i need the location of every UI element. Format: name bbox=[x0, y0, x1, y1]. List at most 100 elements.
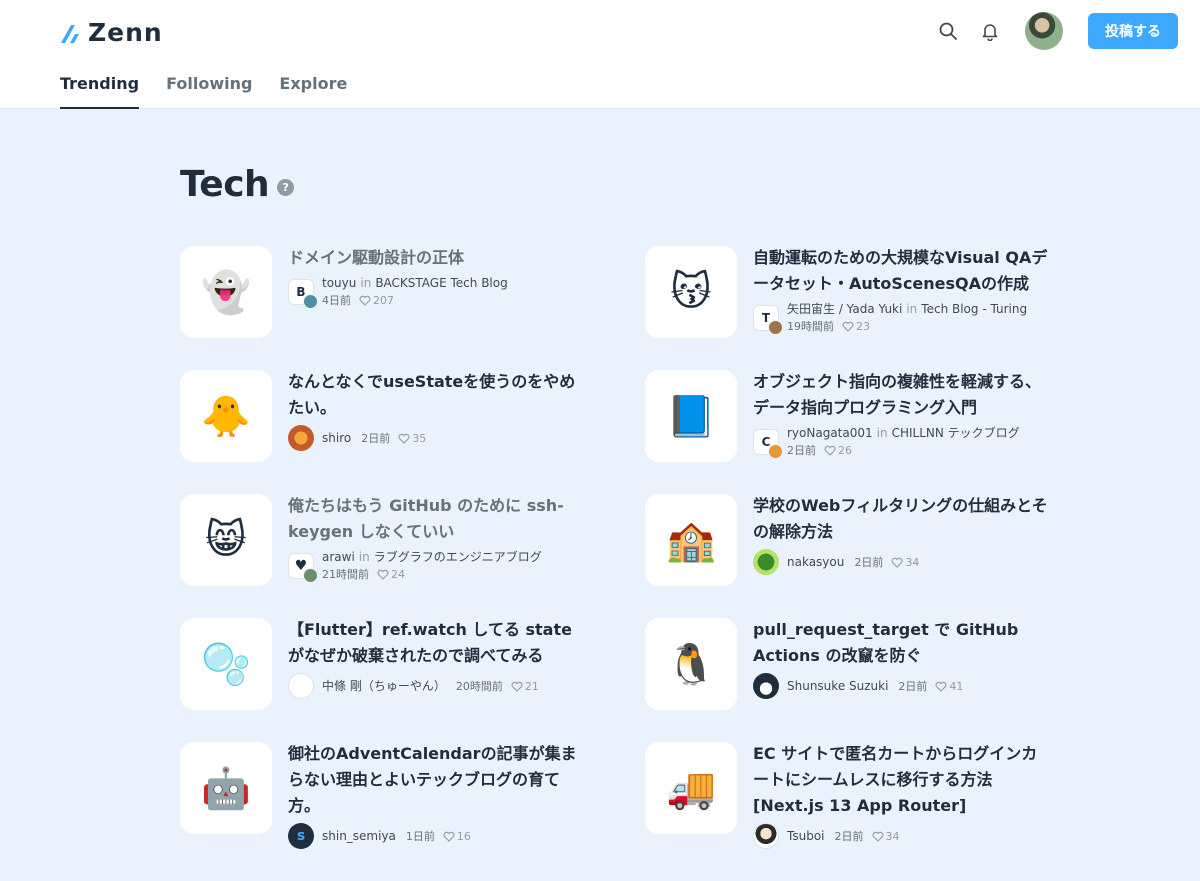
article-body: 【Flutter】ref.watch してる state がなぜか破棄されたので… bbox=[288, 618, 588, 742]
like-number: 41 bbox=[949, 679, 964, 693]
article-meta: Tsuboi 2日前 34 bbox=[753, 823, 1053, 849]
meta-text: shiro 2日前 35 bbox=[322, 430, 426, 447]
kissing-cat-emoji-icon: 😽 bbox=[645, 246, 737, 338]
article-title[interactable]: なんとなくでuseStateを使うのをやめたい。 bbox=[288, 369, 588, 421]
published-time: 20時間前 bbox=[455, 679, 503, 693]
author-avatar[interactable]: s bbox=[288, 823, 314, 849]
article-card[interactable]: 👻 ドメイン駆動設計の正体 B touyu in BACKSTAGE Tech … bbox=[180, 246, 645, 370]
heart-icon bbox=[377, 569, 389, 580]
publication-name[interactable]: Tech Blog - Turing bbox=[921, 301, 1027, 318]
heart-icon bbox=[398, 433, 410, 444]
heart-icon bbox=[443, 831, 455, 842]
article-body: 自動運転のための大規模なVisual QAデータセット・AutoScenesQA… bbox=[753, 246, 1053, 370]
article-body: オブジェクト指向の複雑性を軽減する、データ指向プログラミング入門 C ryoNa… bbox=[753, 370, 1053, 494]
blue-book-emoji-icon: 📘 bbox=[645, 370, 737, 462]
chick-emoji-icon: 🐥 bbox=[180, 370, 272, 462]
article-body: 御社のAdventCalendarの記事が集まらない理由とよいテックブログの育て… bbox=[288, 742, 588, 866]
search-button[interactable] bbox=[929, 12, 967, 50]
author-name[interactable]: Shunsuke Suzuki bbox=[787, 678, 888, 695]
article-card[interactable]: 🫧 【Flutter】ref.watch してる state がなぜか破棄された… bbox=[180, 618, 645, 742]
article-card[interactable]: 😽 自動運転のための大規模なVisual QAデータセット・AutoScenes… bbox=[645, 246, 1060, 370]
meta-text: arawi in ラブグラフのエンジニアブログ 21時間前 24 bbox=[322, 549, 542, 583]
article-card[interactable]: 🤖 御社のAdventCalendarの記事が集まらない理由とよいテックブログの… bbox=[180, 742, 645, 866]
help-icon[interactable]: ? bbox=[277, 179, 295, 196]
like-number: 24 bbox=[391, 568, 405, 581]
author-avatar[interactable] bbox=[768, 320, 783, 335]
publication-logo[interactable]: T bbox=[753, 305, 783, 335]
article-body: 学校のWebフィルタリングの仕組みとその解除方法 nakasyou 2日前 34 bbox=[753, 494, 1053, 618]
penguin-emoji-icon: 🐧 bbox=[645, 618, 737, 710]
article-card[interactable]: 📘 オブジェクト指向の複雑性を軽減する、データ指向プログラミング入門 C ryo… bbox=[645, 370, 1060, 494]
published-time: 2日前 bbox=[898, 679, 928, 693]
article-meta: B touyu in BACKSTAGE Tech Blog 4日前 207 bbox=[288, 275, 588, 309]
article-title[interactable]: 御社のAdventCalendarの記事が集まらない理由とよいテックブログの育て… bbox=[288, 741, 588, 819]
article-meta: ♥ arawi in ラブグラフのエンジニアブログ 21時間前 24 bbox=[288, 549, 588, 583]
article-card[interactable]: 🐥 なんとなくでuseStateを使うのをやめたい。 shiro 2日前 35 bbox=[180, 370, 645, 494]
article-title[interactable]: 自動運転のための大規模なVisual QAデータセット・AutoScenesQA… bbox=[753, 245, 1053, 297]
article-card[interactable]: 🏫 学校のWebフィルタリングの仕組みとその解除方法 nakasyou 2日前 … bbox=[645, 494, 1060, 618]
like-count: 23 bbox=[842, 318, 870, 335]
author-avatar[interactable] bbox=[288, 673, 314, 699]
heart-icon bbox=[359, 295, 371, 306]
like-number: 23 bbox=[856, 320, 870, 333]
article-title[interactable]: pull_request_target で GitHub Actions の改竄… bbox=[753, 617, 1053, 669]
ghost-emoji-icon: 👻 bbox=[180, 246, 272, 338]
author-name[interactable]: Tsuboi bbox=[787, 828, 825, 845]
author-avatar[interactable] bbox=[768, 444, 783, 459]
zenn-logo[interactable]: Zenn bbox=[60, 18, 163, 47]
author-name[interactable]: 矢田宙生 / Yada Yuki bbox=[787, 301, 902, 318]
article-meta: T 矢田宙生 / Yada Yuki in Tech Blog - Turing… bbox=[753, 301, 1053, 335]
article-title[interactable]: オブジェクト指向の複雑性を軽減する、データ指向プログラミング入門 bbox=[753, 369, 1053, 421]
heart-icon bbox=[891, 557, 903, 568]
like-count: 34 bbox=[872, 828, 900, 845]
tab-following[interactable]: Following bbox=[166, 60, 252, 109]
author-name[interactable]: shin_semiya bbox=[322, 828, 396, 845]
published-time: 2日前 bbox=[834, 829, 864, 843]
publication-logo[interactable]: B bbox=[288, 279, 318, 309]
user-avatar[interactable] bbox=[1025, 12, 1063, 50]
like-number: 35 bbox=[412, 431, 427, 445]
meta-text: 矢田宙生 / Yada Yuki in Tech Blog - Turing 1… bbox=[787, 301, 1027, 335]
author-avatar[interactable] bbox=[753, 823, 779, 849]
article-grid: 👻 ドメイン駆動設計の正体 B touyu in BACKSTAGE Tech … bbox=[180, 246, 1060, 866]
article-title[interactable]: 学校のWebフィルタリングの仕組みとその解除方法 bbox=[753, 493, 1053, 545]
post-button[interactable]: 投稿する bbox=[1088, 13, 1178, 49]
article-body: ドメイン駆動設計の正体 B touyu in BACKSTAGE Tech Bl… bbox=[288, 246, 588, 370]
author-avatar[interactable] bbox=[288, 425, 314, 451]
tab-trending[interactable]: Trending bbox=[60, 60, 140, 109]
bubbles-emoji-icon: 🫧 bbox=[180, 618, 272, 710]
author-name[interactable]: 中條 剛（ちゅーやん） bbox=[322, 678, 446, 695]
author-name[interactable]: touyu bbox=[322, 275, 356, 292]
publication-logo[interactable]: C bbox=[753, 429, 783, 459]
meta-text: shin_semiya 1日前 16 bbox=[322, 828, 471, 845]
header-actions: 投稿する bbox=[929, 12, 1178, 50]
site-header: Zenn 投稿する Trending Following Explore bbox=[0, 0, 1200, 109]
article-card[interactable]: 🐧 pull_request_target で GitHub Actions の… bbox=[645, 618, 1060, 742]
author-avatar[interactable] bbox=[303, 294, 318, 309]
author-name[interactable]: nakasyou bbox=[787, 554, 844, 571]
article-title[interactable]: ドメイン駆動設計の正体 bbox=[288, 245, 588, 271]
article-card[interactable]: 😸 俺たちはもう GitHub のために ssh-keygen しなくていい ♥… bbox=[180, 494, 645, 618]
like-count: 34 bbox=[891, 554, 919, 571]
author-avatar[interactable] bbox=[753, 673, 779, 699]
author-avatar[interactable] bbox=[303, 568, 318, 583]
article-title[interactable]: 俺たちはもう GitHub のために ssh-keygen しなくていい bbox=[288, 493, 588, 545]
publication-logo[interactable]: ♥ bbox=[288, 553, 318, 583]
like-count: 16 bbox=[443, 828, 471, 845]
author-name[interactable]: shiro bbox=[322, 430, 351, 447]
article-card[interactable]: 🚚 EC サイトで匿名カートからログインカートにシームレスに移行する方法 [Ne… bbox=[645, 742, 1060, 866]
article-title[interactable]: 【Flutter】ref.watch してる state がなぜか破棄されたので… bbox=[288, 617, 588, 669]
notifications-button[interactable] bbox=[971, 12, 1009, 50]
author-avatar[interactable] bbox=[753, 549, 779, 575]
publication-name[interactable]: ラブグラフのエンジニアブログ bbox=[374, 549, 542, 566]
heart-icon bbox=[935, 681, 947, 692]
author-name[interactable]: ryoNagata001 bbox=[787, 425, 873, 442]
publication-name[interactable]: BACKSTAGE Tech Blog bbox=[375, 275, 507, 292]
publication-name[interactable]: CHILLNN テックブログ bbox=[892, 425, 1020, 442]
article-title[interactable]: EC サイトで匿名カートからログインカートにシームレスに移行する方法 [Next… bbox=[753, 741, 1053, 819]
author-name[interactable]: arawi bbox=[322, 549, 355, 566]
published-time: 19時間前 bbox=[787, 320, 834, 333]
tab-explore[interactable]: Explore bbox=[279, 60, 347, 109]
grinning-cat-emoji-icon: 😸 bbox=[180, 494, 272, 586]
like-number: 34 bbox=[905, 555, 920, 569]
